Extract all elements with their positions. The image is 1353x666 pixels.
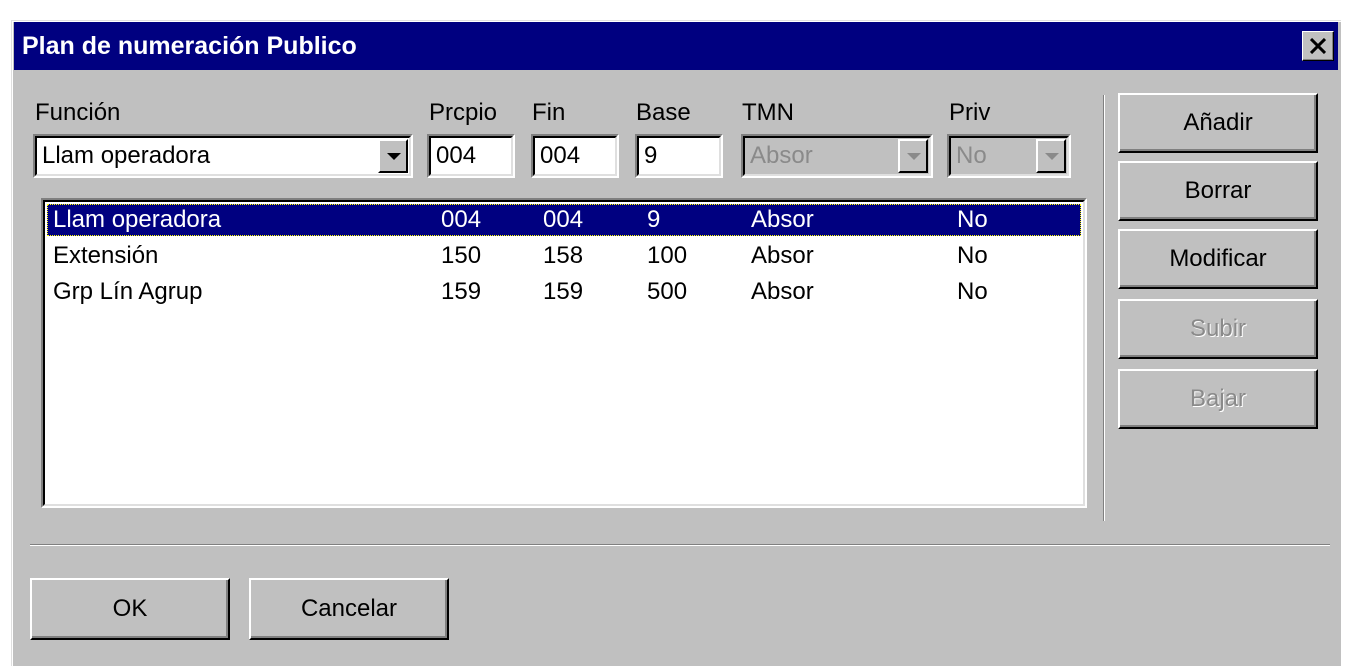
funcion-combobox[interactable]: Llam operadora xyxy=(33,134,413,178)
horizontal-divider xyxy=(30,544,1330,545)
add-button[interactable]: Añadir xyxy=(1118,93,1318,153)
cell-priv: No xyxy=(957,278,988,305)
list-row[interactable]: Llam operadora 004 004 9 Absor No xyxy=(47,204,1081,236)
close-icon xyxy=(1310,38,1326,54)
ok-button[interactable]: OK xyxy=(30,578,230,640)
cell-base: 9 xyxy=(647,206,661,233)
cell-funcion: Grp Lín Agrup xyxy=(53,278,203,305)
cell-tmn: Absor xyxy=(751,206,814,233)
cell-priv: No xyxy=(957,206,988,233)
tmn-value: Absor xyxy=(750,142,813,169)
cell-prcpio: 150 xyxy=(441,242,482,269)
chevron-down-icon xyxy=(387,153,401,160)
down-button[interactable]: Bajar xyxy=(1118,369,1318,429)
chevron-down-icon xyxy=(907,153,921,160)
cell-tmn: Absor xyxy=(751,242,814,269)
title-bar[interactable]: Plan de numeración Publico xyxy=(14,22,1338,70)
list-row[interactable]: Grp Lín Agrup 159 159 500 Absor No xyxy=(47,276,1081,308)
cell-base: 500 xyxy=(647,278,688,305)
modify-button[interactable]: Modificar xyxy=(1118,229,1318,289)
up-button[interactable]: Subir xyxy=(1118,299,1318,359)
cancel-button[interactable]: Cancelar xyxy=(249,578,449,640)
fin-label: Fin xyxy=(532,99,566,126)
window-title: Plan de numeración Publico xyxy=(22,32,357,60)
base-value: 9 xyxy=(644,142,658,169)
close-button[interactable] xyxy=(1302,31,1334,61)
funcion-value: Llam operadora xyxy=(42,142,211,169)
cell-fin: 159 xyxy=(543,278,584,305)
cell-prcpio: 159 xyxy=(441,278,482,305)
vertical-divider xyxy=(1103,95,1104,521)
fin-input[interactable]: 004 xyxy=(531,134,619,178)
chevron-down-icon xyxy=(1045,153,1059,160)
priv-dropdown-button[interactable] xyxy=(1036,139,1066,173)
base-input[interactable]: 9 xyxy=(635,134,723,178)
prcpio-input[interactable]: 004 xyxy=(427,134,515,178)
cell-tmn: Absor xyxy=(751,278,814,305)
cell-funcion: Llam operadora xyxy=(53,206,222,233)
cell-prcpio: 004 xyxy=(441,206,482,233)
tmn-label: TMN xyxy=(742,99,794,126)
prcpio-label: Prcpio xyxy=(429,99,498,126)
cell-priv: No xyxy=(957,242,988,269)
tmn-dropdown-button[interactable] xyxy=(898,139,928,173)
tmn-combobox[interactable]: Absor xyxy=(741,134,933,178)
priv-combobox[interactable]: No xyxy=(947,134,1071,178)
numbering-plan-list[interactable]: Llam operadora 004 004 9 Absor No Extensión 150… xyxy=(41,198,1087,508)
cell-fin: 158 xyxy=(543,242,584,269)
funcion-dropdown-button[interactable] xyxy=(378,139,408,173)
base-label: Base xyxy=(636,99,691,126)
priv-label: Priv xyxy=(949,99,991,126)
prcpio-value: 004 xyxy=(436,142,477,169)
fin-value: 004 xyxy=(540,142,581,169)
cell-funcion: Extensión xyxy=(53,242,159,269)
delete-button[interactable]: Borrar xyxy=(1118,161,1318,221)
list-row[interactable]: Extensión 150 158 100 Absor No xyxy=(47,240,1081,272)
priv-value: No xyxy=(956,142,987,169)
cell-base: 100 xyxy=(647,242,688,269)
cell-fin: 004 xyxy=(543,206,584,233)
funcion-label: Función xyxy=(35,99,121,126)
dialog-window: Plan de numeración Publico Función Prcpi… xyxy=(11,20,1341,666)
